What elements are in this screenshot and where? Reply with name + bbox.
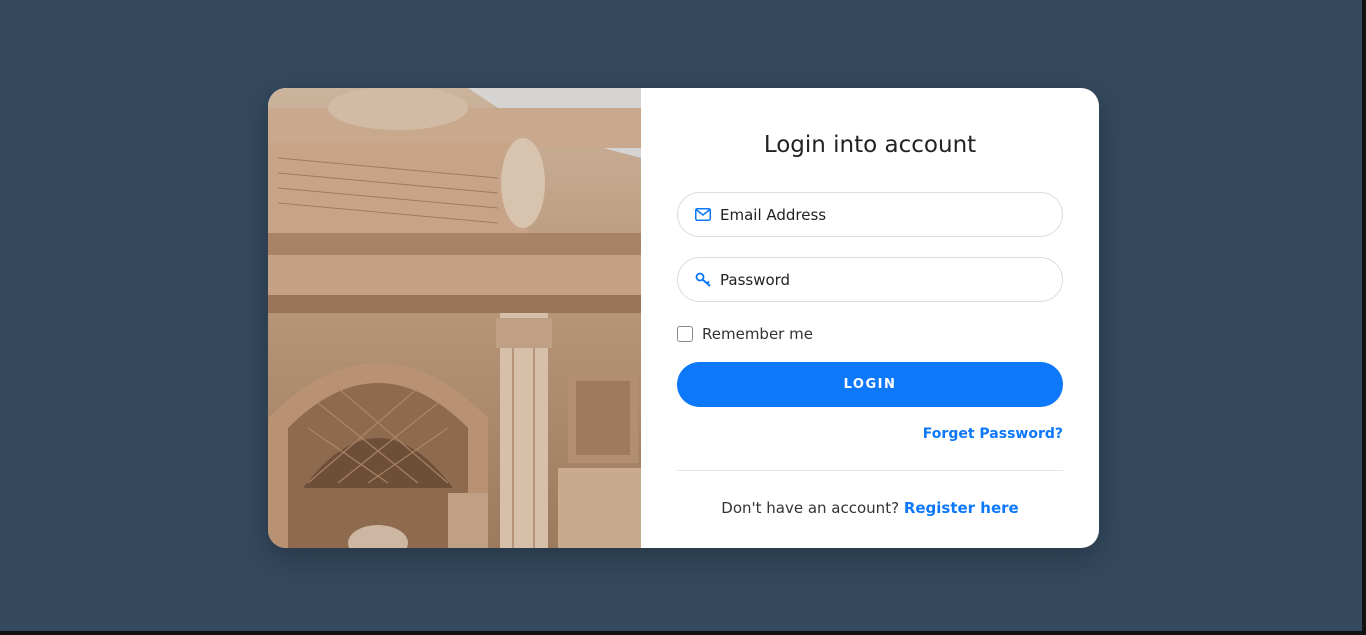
email-field[interactable]	[677, 192, 1063, 237]
register-link[interactable]: Register here	[904, 499, 1019, 517]
page-title: Login into account	[763, 132, 977, 158]
remember-label: Remember me	[702, 325, 813, 343]
forgot-password-link[interactable]: Forget Password?	[923, 426, 1063, 442]
login-card: Login into account Remembe	[268, 88, 1099, 548]
building-photo	[268, 88, 641, 548]
divider	[677, 470, 1063, 471]
key-icon	[694, 271, 712, 289]
register-prompt: Don't have an account?	[721, 499, 904, 517]
password-field[interactable]	[677, 257, 1063, 302]
login-button[interactable]: LOGIN	[677, 362, 1063, 407]
remember-checkbox[interactable]	[677, 326, 693, 342]
login-form: Login into account Remembe	[641, 88, 1099, 548]
register-line: Don't have an account? Register here	[641, 499, 1099, 517]
envelope-icon	[694, 206, 712, 224]
password-input[interactable]	[720, 270, 1040, 289]
email-input[interactable]	[720, 205, 1040, 224]
photo-illustration	[268, 88, 641, 548]
remember-me[interactable]: Remember me	[677, 325, 813, 343]
